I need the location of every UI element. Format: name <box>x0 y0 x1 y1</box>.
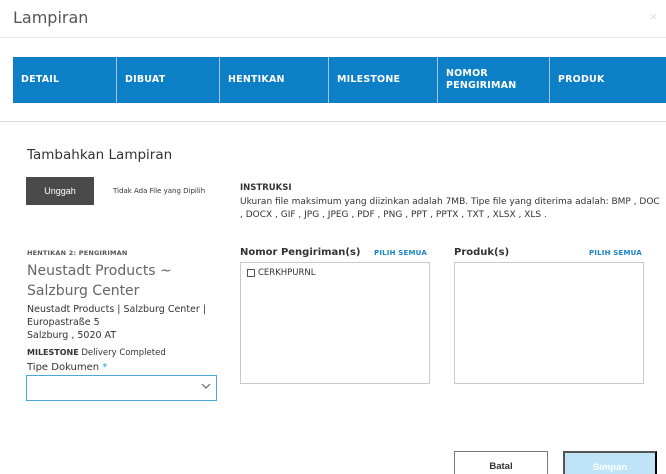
milestone-value: Delivery Completed <box>81 348 166 358</box>
stop-address: Neustadt Products | Salzburg Center | Eu… <box>27 303 222 342</box>
shipments-list: CERKHPURNL <box>240 262 430 384</box>
shipments-heading: Nomor Pengiriman(s) <box>240 247 361 258</box>
doc-type-select[interactable] <box>26 375 217 401</box>
milestone-label: MILESTONE <box>27 348 79 357</box>
checkbox[interactable] <box>247 269 255 277</box>
tab-produk[interactable]: PRODUK <box>550 57 666 103</box>
milestone-row: MILESTONE Delivery Completed <box>27 348 166 358</box>
instructions-heading: INSTRUKSI <box>240 183 292 193</box>
stop-label: HENTIKAN 2: PENGIRIMAN <box>27 249 128 257</box>
address-line: Europastraße 5 <box>27 317 100 328</box>
no-file-text: Tidak Ada File yang Dipilih <box>113 187 206 195</box>
dialog-header: Lampiran × <box>0 0 666 38</box>
tab-nomor-pengiriman[interactable]: NOMOR PENGIRIMAN <box>438 57 550 103</box>
column-header-bar: DETAIL DIBUAT HENTIKAN MILESTONE NOMOR P… <box>13 57 666 103</box>
add-attachment-heading: Tambahkan Lampiran <box>27 147 173 163</box>
cancel-button[interactable]: Batal <box>454 451 548 474</box>
stop-name: Neustadt Products ~ Salzburg Center <box>27 263 172 299</box>
dialog-title: Lampiran <box>13 8 89 27</box>
section-divider <box>0 121 666 122</box>
instructions-text: Ukuran file maksimum yang diizinkan adal… <box>240 197 660 220</box>
chevron-down-icon <box>201 381 211 394</box>
close-icon[interactable]: × <box>649 10 658 23</box>
required-mark: * <box>102 362 108 373</box>
shipment-number: CERKHPURNL <box>258 268 316 278</box>
products-list <box>454 262 644 384</box>
tab-detail[interactable]: DETAIL <box>13 57 117 103</box>
tab-milestone[interactable]: MILESTONE <box>329 57 438 103</box>
shipments-select-all-link[interactable]: PILIH SEMUA <box>374 249 427 257</box>
tab-hentikan[interactable]: HENTIKAN <box>220 57 329 103</box>
products-heading: Produk(s) <box>454 247 510 258</box>
list-item[interactable]: CERKHPURNL <box>247 268 316 278</box>
upload-button[interactable]: Unggah <box>26 177 94 205</box>
products-select-all-link[interactable]: PILIH SEMUA <box>589 249 642 257</box>
tab-dibuat[interactable]: DIBUAT <box>117 57 220 103</box>
doc-type-label-text: Tipe Dokumen <box>27 362 100 373</box>
save-button[interactable]: Simpan <box>563 451 657 474</box>
address-line: Salzburg , 5020 AT <box>27 330 117 341</box>
doc-type-label: Tipe Dokumen * <box>27 362 107 373</box>
address-line: Neustadt Products | Salzburg Center | <box>27 304 207 315</box>
